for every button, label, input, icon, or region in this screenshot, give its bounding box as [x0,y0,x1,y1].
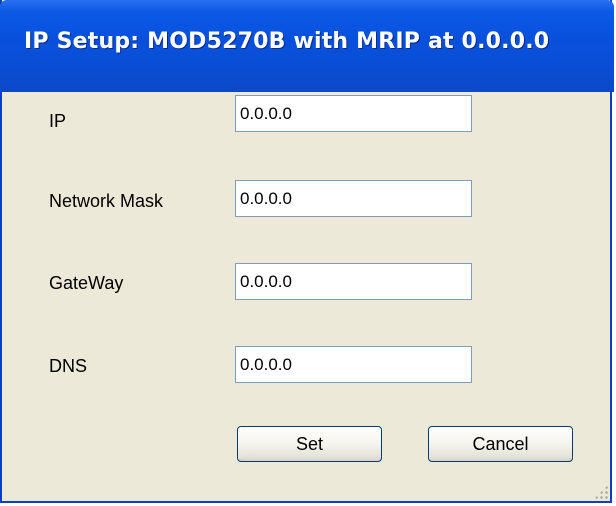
title-bar[interactable]: IP Setup: MOD5270B with MRIP at 0.0.0.0 [0,0,614,92]
ip-setup-dialog: IP Setup: MOD5270B with MRIP at 0.0.0.0 … [0,0,614,503]
dialog-body: IP Network Mask GateWay DNS Set Cancel [2,92,610,501]
ip-label: IP [49,111,67,131]
dns-label: DNS [49,356,88,376]
network-mask-label: Network Mask [49,191,164,211]
gateway-input[interactable] [235,263,472,300]
ip-input[interactable] [235,95,472,132]
set-button[interactable]: Set [237,426,382,462]
resize-grip-icon[interactable] [594,485,608,499]
gateway-label: GateWay [49,273,124,293]
cancel-button[interactable]: Cancel [428,426,573,462]
network-mask-input[interactable] [235,180,472,217]
dns-input[interactable] [235,346,472,383]
window-title: IP Setup: MOD5270B with MRIP at 0.0.0.0 [24,29,550,54]
